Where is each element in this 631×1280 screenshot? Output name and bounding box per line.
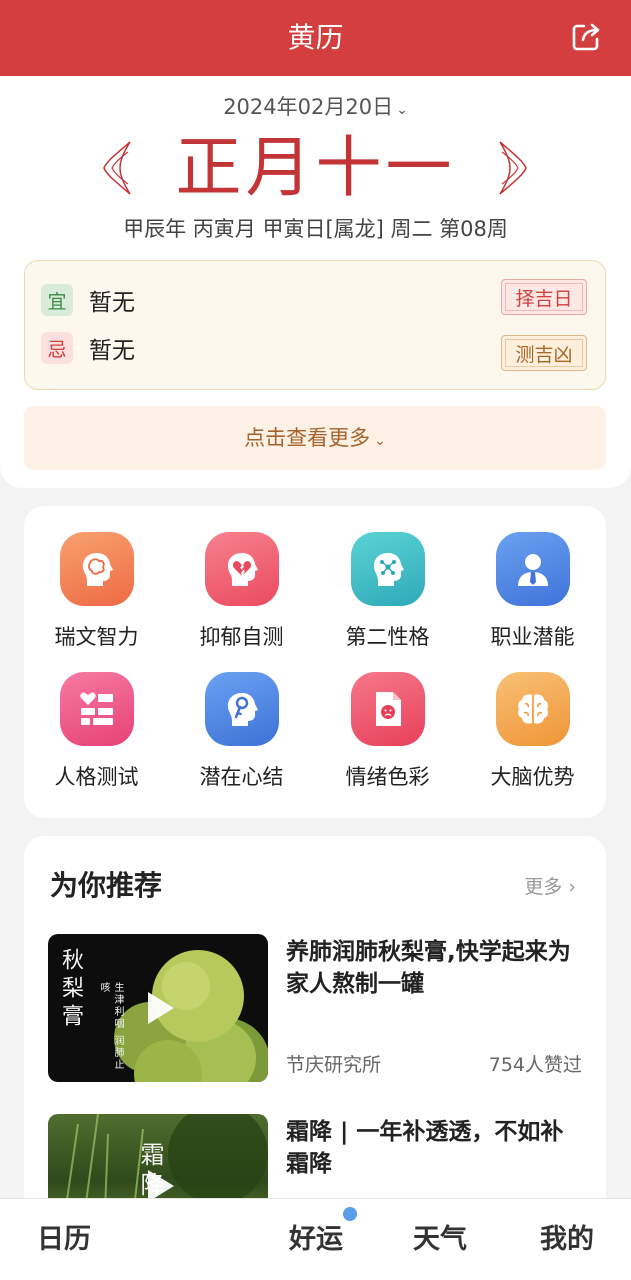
test-fortune-button[interactable]: 测吉凶 — [501, 335, 587, 371]
yi-text: 暂无 — [89, 290, 135, 316]
lunar-date: 正月十一 — [175, 129, 456, 206]
date-picker[interactable]: 2024年02月20日 ⌄ — [0, 92, 631, 125]
more-label: 更多 — [524, 876, 563, 898]
ji-badge: 忌 — [41, 332, 73, 364]
almanac-panel: 2024年02月20日 ⌄ 正月十一 甲辰年 丙寅月 甲寅日[属龙] 周二 第08… — [0, 76, 631, 488]
tab-weather[interactable]: 天气 — [390, 1217, 490, 1263]
feature-depression-test[interactable]: 抑郁自测 — [169, 506, 314, 649]
ji-row: 忌 暂无 — [41, 331, 135, 365]
feature-brain-advantage[interactable]: 大脑优势 — [460, 646, 605, 789]
tab-label: 黄历 — [163, 1224, 217, 1255]
top-bar: 黄历 — [0, 0, 631, 76]
key-head-icon — [205, 672, 279, 746]
brain-icon — [496, 672, 570, 746]
article-title: 霜降 | 一年补透透，不如补霜降 — [286, 1119, 564, 1177]
feature-career-potential[interactable]: 职业潜能 — [460, 506, 605, 649]
yi-badge: 宜 — [41, 284, 73, 316]
right-ornament-icon — [499, 141, 527, 195]
page-title: 黄历 — [287, 21, 344, 54]
article-thumbnail: 秋梨膏 生津利咽 润肺止咳 — [48, 934, 268, 1082]
feature-hidden-knot[interactable]: 潜在心结 — [169, 646, 314, 789]
more-link[interactable]: 更多 › — [524, 874, 576, 900]
view-more-label: 点击查看更多 — [244, 426, 371, 450]
tab-label: 我的 — [540, 1224, 594, 1255]
heart-blocks-icon — [60, 672, 134, 746]
feature-label: 情绪色彩 — [345, 765, 430, 789]
tab-good-luck[interactable]: 好运 — [266, 1217, 366, 1263]
share-icon[interactable] — [569, 20, 603, 54]
notification-dot — [343, 1207, 357, 1221]
network-head-icon — [351, 532, 425, 606]
article-source: 节庆研究所 — [286, 1054, 382, 1076]
feature-label: 人格测试 — [54, 765, 139, 789]
feature-raven-iq[interactable]: 瑞文智力 — [24, 506, 169, 649]
tab-calendar[interactable]: 日历 — [14, 1217, 114, 1263]
tab-label: 好运 — [289, 1224, 343, 1255]
bottom-tab-bar: 日历 黄历 好运 天气 我的 — [0, 1198, 631, 1280]
feature-label: 大脑优势 — [490, 765, 575, 789]
tab-label: 日历 — [37, 1224, 91, 1255]
article-card[interactable]: 秋梨膏 生津利咽 润肺止咳 养肺润肺秋梨膏,快学起来为家人熬制一罐 节庆研究所 … — [48, 934, 582, 1084]
choose-lucky-day-button[interactable]: 择吉日 — [501, 279, 587, 315]
play-icon[interactable] — [148, 992, 174, 1024]
yiji-box: 宜 暂无 忌 暂无 择吉日 测吉凶 — [24, 260, 606, 390]
recommend-section: 为你推荐 更多 › 秋梨膏 生津利咽 润肺止咳 养肺润肺秋梨膏,快学起来为家人熬… — [24, 836, 606, 1256]
article-title: 养肺润肺秋梨膏,快学起来为家人熬制一罐 — [286, 939, 571, 997]
feature-label: 潜在心结 — [199, 765, 284, 789]
thumbnail-title: 秋梨膏 — [58, 948, 83, 1032]
article-likes: 754人赞过 — [488, 1054, 582, 1076]
tab-label: 天气 — [413, 1224, 467, 1255]
yi-row: 宜 暂无 — [41, 283, 135, 317]
tab-mine[interactable]: 我的 — [517, 1217, 617, 1263]
chevron-down-icon: ⌄ — [396, 102, 408, 118]
feature-emotion-color[interactable]: 情绪色彩 — [315, 646, 460, 789]
feature-personality-test[interactable]: 人格测试 — [24, 646, 169, 789]
sad-document-icon — [351, 672, 425, 746]
person-tie-icon — [496, 532, 570, 606]
broken-heart-head-icon — [205, 532, 279, 606]
feature-grid: 瑞文智力 抑郁自测 第二性格 职业潜能 人格测试 潜在心结 情绪色彩 大脑优势 — [24, 506, 606, 818]
thumbnail-subtitle: 生津利咽 润肺止咳 — [98, 982, 123, 1072]
ganzhi-info: 甲辰年 丙寅月 甲寅日[属龙] 周二 第08周 — [123, 217, 508, 241]
chevron-right-icon: › — [568, 876, 576, 898]
section-title: 为你推荐 — [50, 869, 163, 902]
ji-text: 暂无 — [89, 338, 135, 364]
view-more-button[interactable]: 点击查看更多 ⌄ — [24, 406, 606, 470]
feature-second-personality[interactable]: 第二性格 — [315, 506, 460, 649]
date-text: 2024年02月20日 — [223, 95, 394, 119]
brain-head-icon — [60, 532, 134, 606]
tab-almanac[interactable]: 黄历 — [140, 1217, 240, 1265]
chevron-down-icon: ⌄ — [374, 433, 386, 449]
